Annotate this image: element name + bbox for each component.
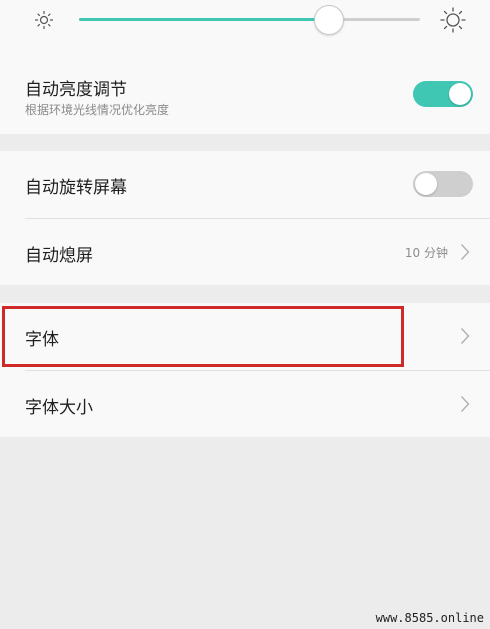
- font-size-row[interactable]: 字体大小: [0, 371, 490, 438]
- auto-brightness-toggle[interactable]: [413, 81, 473, 107]
- auto-rotate-toggle[interactable]: [413, 171, 473, 197]
- auto-rotate-row[interactable]: 自动旋转屏幕: [0, 151, 490, 218]
- font-group: 字体 字体大小: [0, 303, 490, 437]
- auto-rotate-label: 自动旋转屏幕: [25, 178, 127, 198]
- auto-brightness-row[interactable]: 自动亮度调节 根据环境光线情况优化亮度: [0, 62, 490, 134]
- sun-large-icon: [440, 7, 466, 33]
- brightness-group: 自动亮度调节 根据环境光线情况优化亮度: [0, 0, 490, 134]
- brightness-slider[interactable]: [79, 5, 420, 35]
- rotation-group: 自动旋转屏幕 自动熄屏 10 分钟: [0, 151, 490, 285]
- font-row[interactable]: 字体: [0, 303, 490, 370]
- brightness-row: [0, 0, 490, 44]
- sun-small-icon: [34, 10, 54, 30]
- brightness-slider-thumb[interactable]: [313, 5, 344, 35]
- chevron-right-icon: [460, 244, 470, 260]
- auto-screen-off-value: 10 分钟: [404, 246, 448, 260]
- auto-brightness-description: 根据环境光线情况优化亮度: [25, 103, 170, 117]
- toggle-knob: [449, 83, 471, 105]
- chevron-right-icon: [460, 396, 470, 412]
- watermark: www.8585.online: [375, 611, 484, 625]
- toggle-knob: [415, 173, 437, 195]
- font-size-label: 字体大小: [25, 398, 93, 418]
- auto-screen-off-row[interactable]: 自动熄屏 10 分钟: [0, 219, 490, 286]
- font-label: 字体: [25, 330, 59, 350]
- auto-brightness-label: 自动亮度调节: [25, 80, 127, 100]
- auto-screen-off-label: 自动熄屏: [25, 246, 93, 266]
- brightness-slider-fill: [79, 18, 328, 21]
- chevron-right-icon: [460, 328, 470, 344]
